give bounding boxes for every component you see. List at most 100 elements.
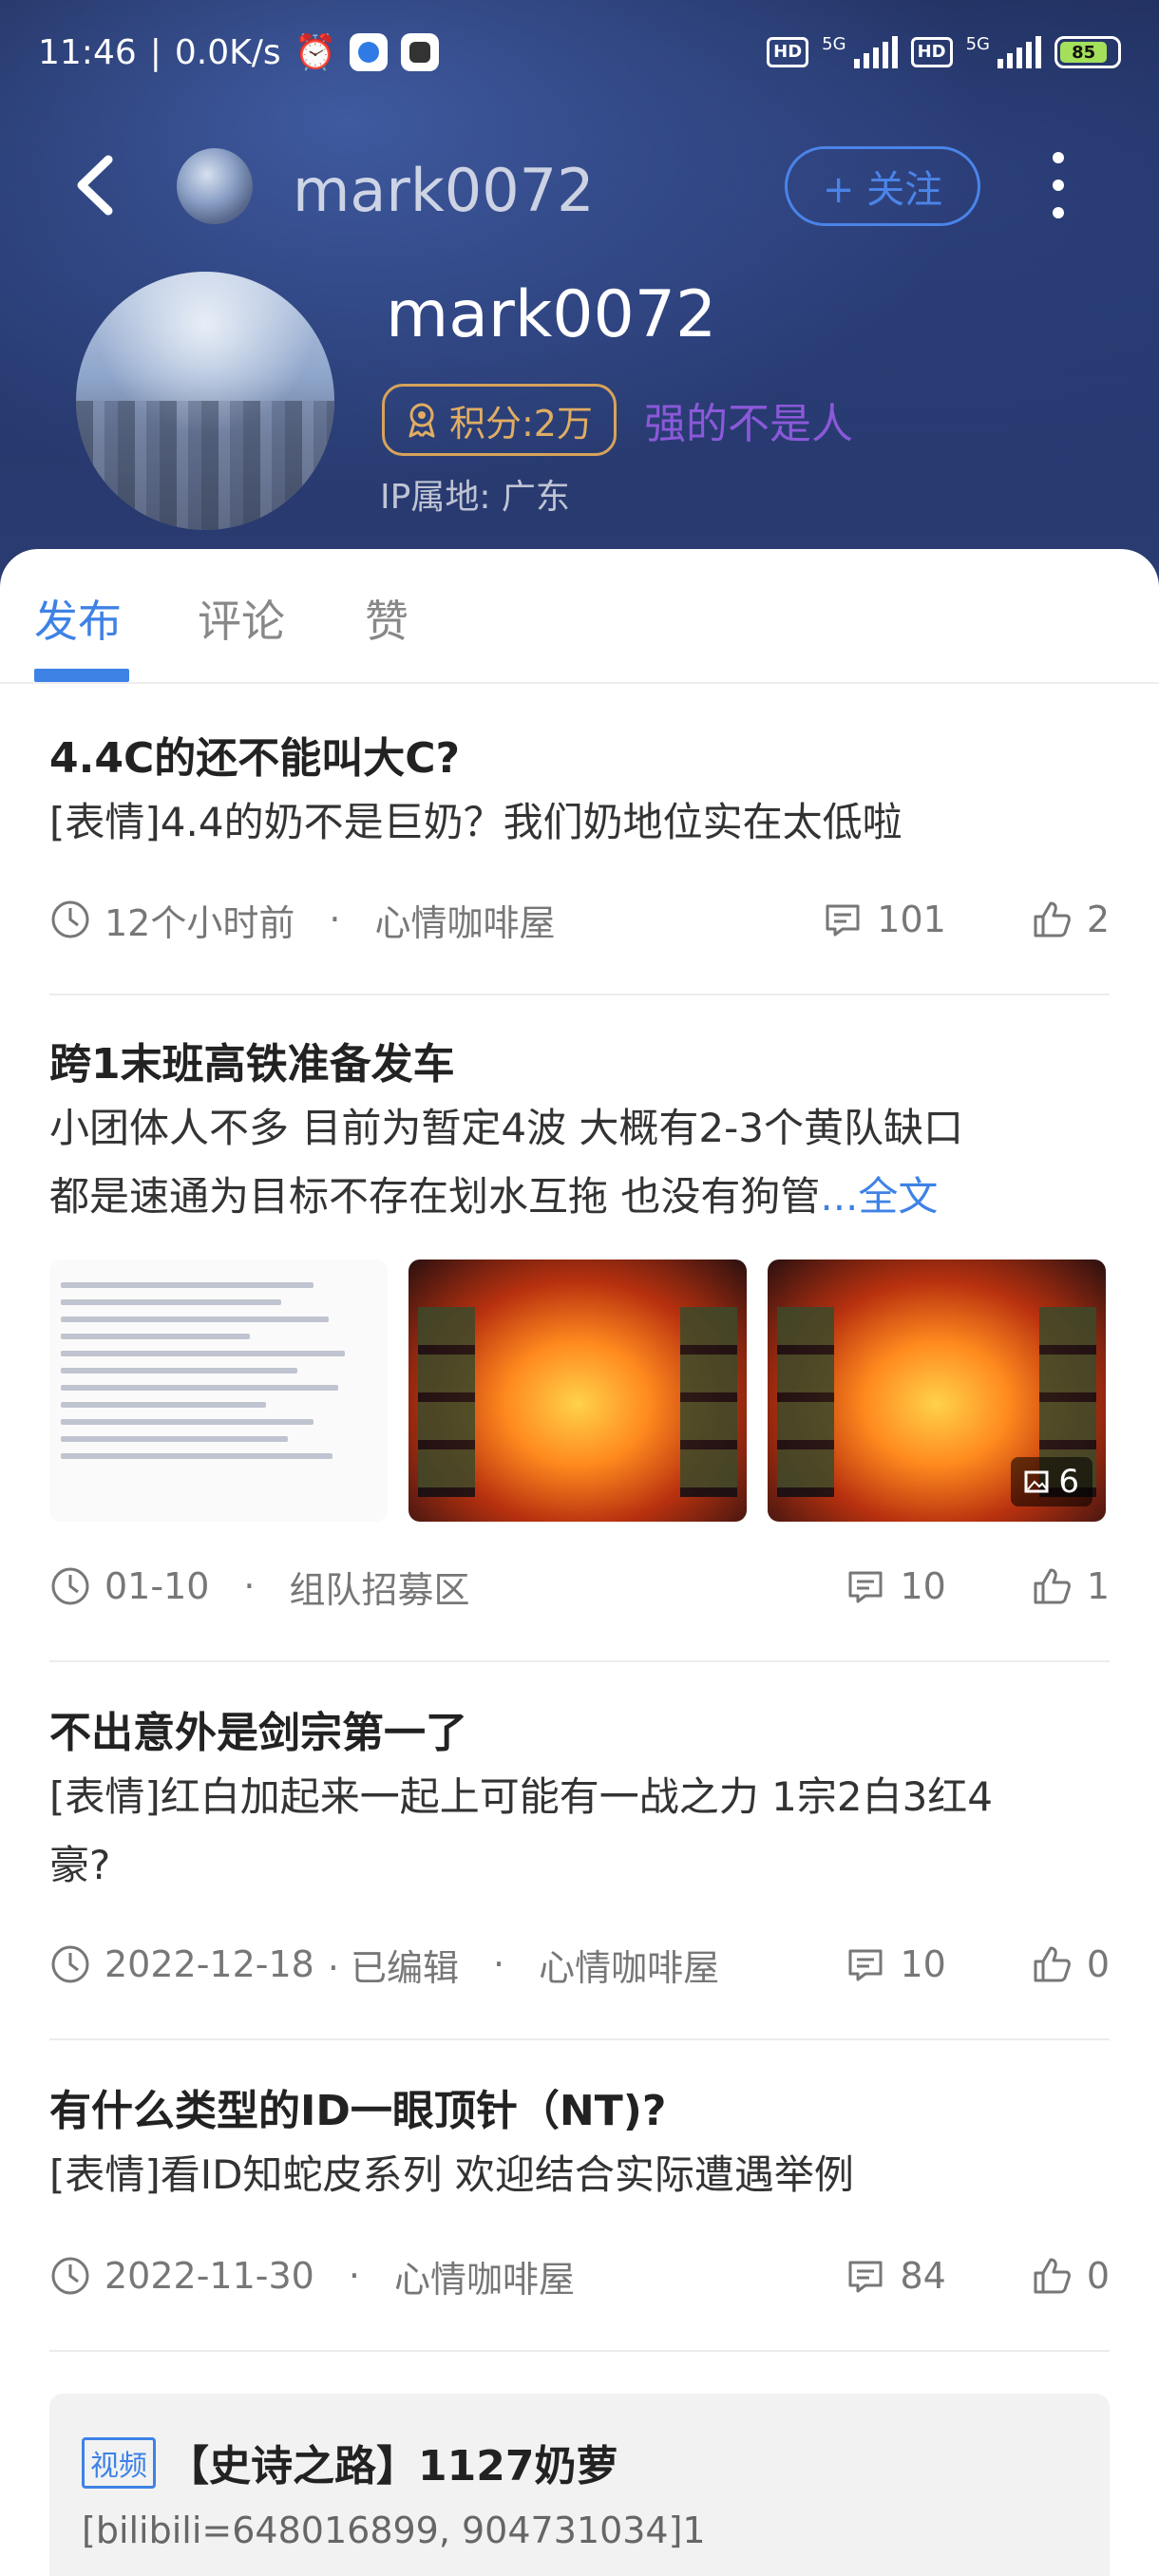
divider: [49, 2038, 1110, 2040]
post-image[interactable]: 6: [768, 1260, 1106, 1522]
clock-icon: [51, 1567, 89, 1605]
image-icon: [1024, 1470, 1049, 1493]
like-icon[interactable]: [1030, 2254, 1074, 2298]
post-body-line2: 豪?: [49, 1842, 111, 1888]
nav-avatar: [177, 148, 253, 224]
clock-icon: [51, 1945, 89, 1983]
video-title: 【史诗之路】1127奶萝: [167, 2442, 618, 2491]
medal-icon: [408, 403, 435, 438]
image-count-badge: 6: [1011, 1457, 1092, 1506]
post-body-line2: 都是速通为目标不存在划水互拖 也没有狗管...全文: [49, 1163, 1110, 1231]
post-time: 12个小时前: [104, 901, 295, 944]
like-count: 0: [1086, 2255, 1110, 2297]
user-title: 强的不是人: [644, 400, 853, 448]
post-body: [表情]4.4的奶不是巨奶？我们奶地位实在太低啦: [49, 799, 902, 845]
ip-location: IP属地: 广东: [380, 478, 570, 517]
follow-button[interactable]: + 关注: [785, 146, 980, 226]
comment-icon[interactable]: [845, 1565, 886, 1607]
signal-icon: [853, 36, 898, 68]
comment-icon[interactable]: [845, 1943, 886, 1985]
alarm-icon: ⏰: [294, 33, 337, 72]
score-label: 积分:2万: [449, 402, 593, 445]
network-type: 5G: [822, 33, 846, 54]
post-item[interactable]: 有什么类型的ID一眼顶针（NT)? [表情]看ID知蛇皮系列 欢迎结合实际遭遇举…: [49, 2082, 1110, 2209]
post-title: 不出意外是剑宗第一了: [49, 1709, 467, 1757]
post-title: 跨1末班高铁准备发车: [49, 1040, 455, 1089]
like-count: 1: [1086, 1565, 1110, 1607]
divider: [49, 1660, 1110, 1662]
post-images: 6: [49, 1260, 1110, 1525]
like-icon[interactable]: [1030, 898, 1074, 941]
tab-likes[interactable]: 赞: [365, 587, 408, 650]
post-item[interactable]: 4.4C的还不能叫大C? [表情]4.4的奶不是巨奶？我们奶地位实在太低啦: [49, 729, 1110, 857]
post-meta: 2022-11-30 · 心情咖啡屋 84 0: [49, 2247, 1110, 2304]
back-button[interactable]: [66, 154, 124, 217]
battery-level: 85: [1060, 42, 1108, 63]
divider: [49, 2350, 1110, 2352]
meta-dot: ·: [329, 899, 341, 940]
tab-bar: 发布 评论 赞: [0, 549, 1159, 684]
like-icon[interactable]: [1030, 1564, 1074, 1608]
meta-dot: ·: [243, 1565, 256, 1607]
image-count: 6: [1058, 1463, 1079, 1501]
video-post-card[interactable]: 视频 【史诗之路】1127奶萝 [bilibili=648016899, 904…: [49, 2394, 1110, 2576]
like-count: 2: [1086, 899, 1110, 940]
signal-icon-2: [998, 36, 1041, 68]
profile-name: mark0072: [386, 277, 717, 352]
comment-icon[interactable]: [845, 2255, 886, 2297]
post-body-text: 都是速通为目标不存在划水互拖 也没有狗管: [49, 1173, 821, 1220]
more-options-icon[interactable]: [1041, 152, 1075, 218]
comment-count: 10: [900, 1943, 946, 1985]
post-body: [表情]看ID知蛇皮系列 欢迎结合实际遭遇举例: [49, 2151, 854, 2198]
nav-username: mark0072: [293, 156, 595, 225]
like-count: 0: [1086, 1943, 1110, 1985]
post-image[interactable]: [408, 1260, 747, 1522]
meta-dot: ·: [493, 1943, 505, 1985]
video-tag: 视频: [82, 2437, 156, 2489]
post-item[interactable]: 不出意外是剑宗第一了 [表情]红白加起来一起上可能有一战之力 1宗2白3红4 豪…: [49, 1704, 1110, 1900]
avatar[interactable]: [76, 272, 334, 530]
meta-dot: ·: [348, 2255, 360, 2297]
post-time: 01-10: [104, 1565, 210, 1607]
post-board[interactable]: 心情咖啡屋: [539, 1939, 719, 1991]
post-meta: 01-10 · 组队招募区 10 1: [49, 1558, 1110, 1615]
top-nav: mark0072 + 关注: [0, 133, 1159, 237]
post-time: 2022-11-30: [104, 2255, 314, 2297]
clock-icon: [51, 900, 89, 938]
back-arrow-icon: [77, 155, 113, 216]
post-meta: 2022-12-18 · 已编辑 · 心情咖啡屋 10 0: [49, 1936, 1110, 1993]
comment-count: 101: [877, 899, 946, 940]
status-time: 11:46: [38, 32, 137, 72]
post-item[interactable]: 跨1末班高铁准备发车 小团体人不多 目前为暂定4波 大概有2-3个黄队缺口 都是…: [49, 1035, 1110, 1231]
post-body-line1: [表情]红白加起来一起上可能有一战之力 1宗2白3红4: [49, 1773, 994, 1820]
post-time: 2022-12-18: [104, 1943, 314, 1985]
comment-count: 84: [900, 2255, 946, 2297]
hd-icon-2: HD: [910, 37, 953, 67]
battery-icon: 85: [1054, 36, 1121, 68]
video-body: [bilibili=648016899, 904731034]1: [82, 2510, 706, 2551]
status-bar: 11:46 | 0.0K/s ⏰ HD 5G HD 5G 85: [0, 19, 1159, 85]
score-badge[interactable]: 积分:2万: [382, 384, 617, 456]
app-notification-icon: [350, 33, 389, 71]
network-type-2: 5G: [965, 33, 990, 54]
like-icon[interactable]: [1030, 1942, 1074, 1986]
tab-comments[interactable]: 评论: [198, 587, 285, 650]
app-notification-icon-2: [401, 33, 440, 71]
post-board[interactable]: 心情咖啡屋: [374, 894, 555, 946]
post-board[interactable]: 组队招募区: [290, 1561, 470, 1613]
profile-header: 11:46 | 0.0K/s ⏰ HD 5G HD 5G 85 mark0072…: [0, 0, 1159, 608]
post-title: 4.4C的还不能叫大C?: [49, 734, 461, 783]
post-meta: 12个小时前 · 心情咖啡屋 101 2: [49, 891, 1110, 948]
edited-label: · 已编辑: [327, 1946, 460, 1989]
post-board[interactable]: 心情咖啡屋: [394, 2250, 575, 2302]
status-net-speed: 0.0K/s: [174, 32, 281, 72]
post-body-line1: 小团体人不多 目前为暂定4波 大概有2-3个黄队缺口: [49, 1105, 964, 1151]
status-separator: |: [149, 32, 162, 72]
tab-indicator: [34, 669, 129, 682]
full-text-link[interactable]: ...全文: [820, 1173, 938, 1220]
tab-posts[interactable]: 发布: [34, 587, 122, 650]
comment-icon[interactable]: [822, 899, 864, 940]
comment-count: 10: [900, 1565, 946, 1607]
post-image[interactable]: [49, 1260, 388, 1522]
divider: [49, 994, 1110, 995]
